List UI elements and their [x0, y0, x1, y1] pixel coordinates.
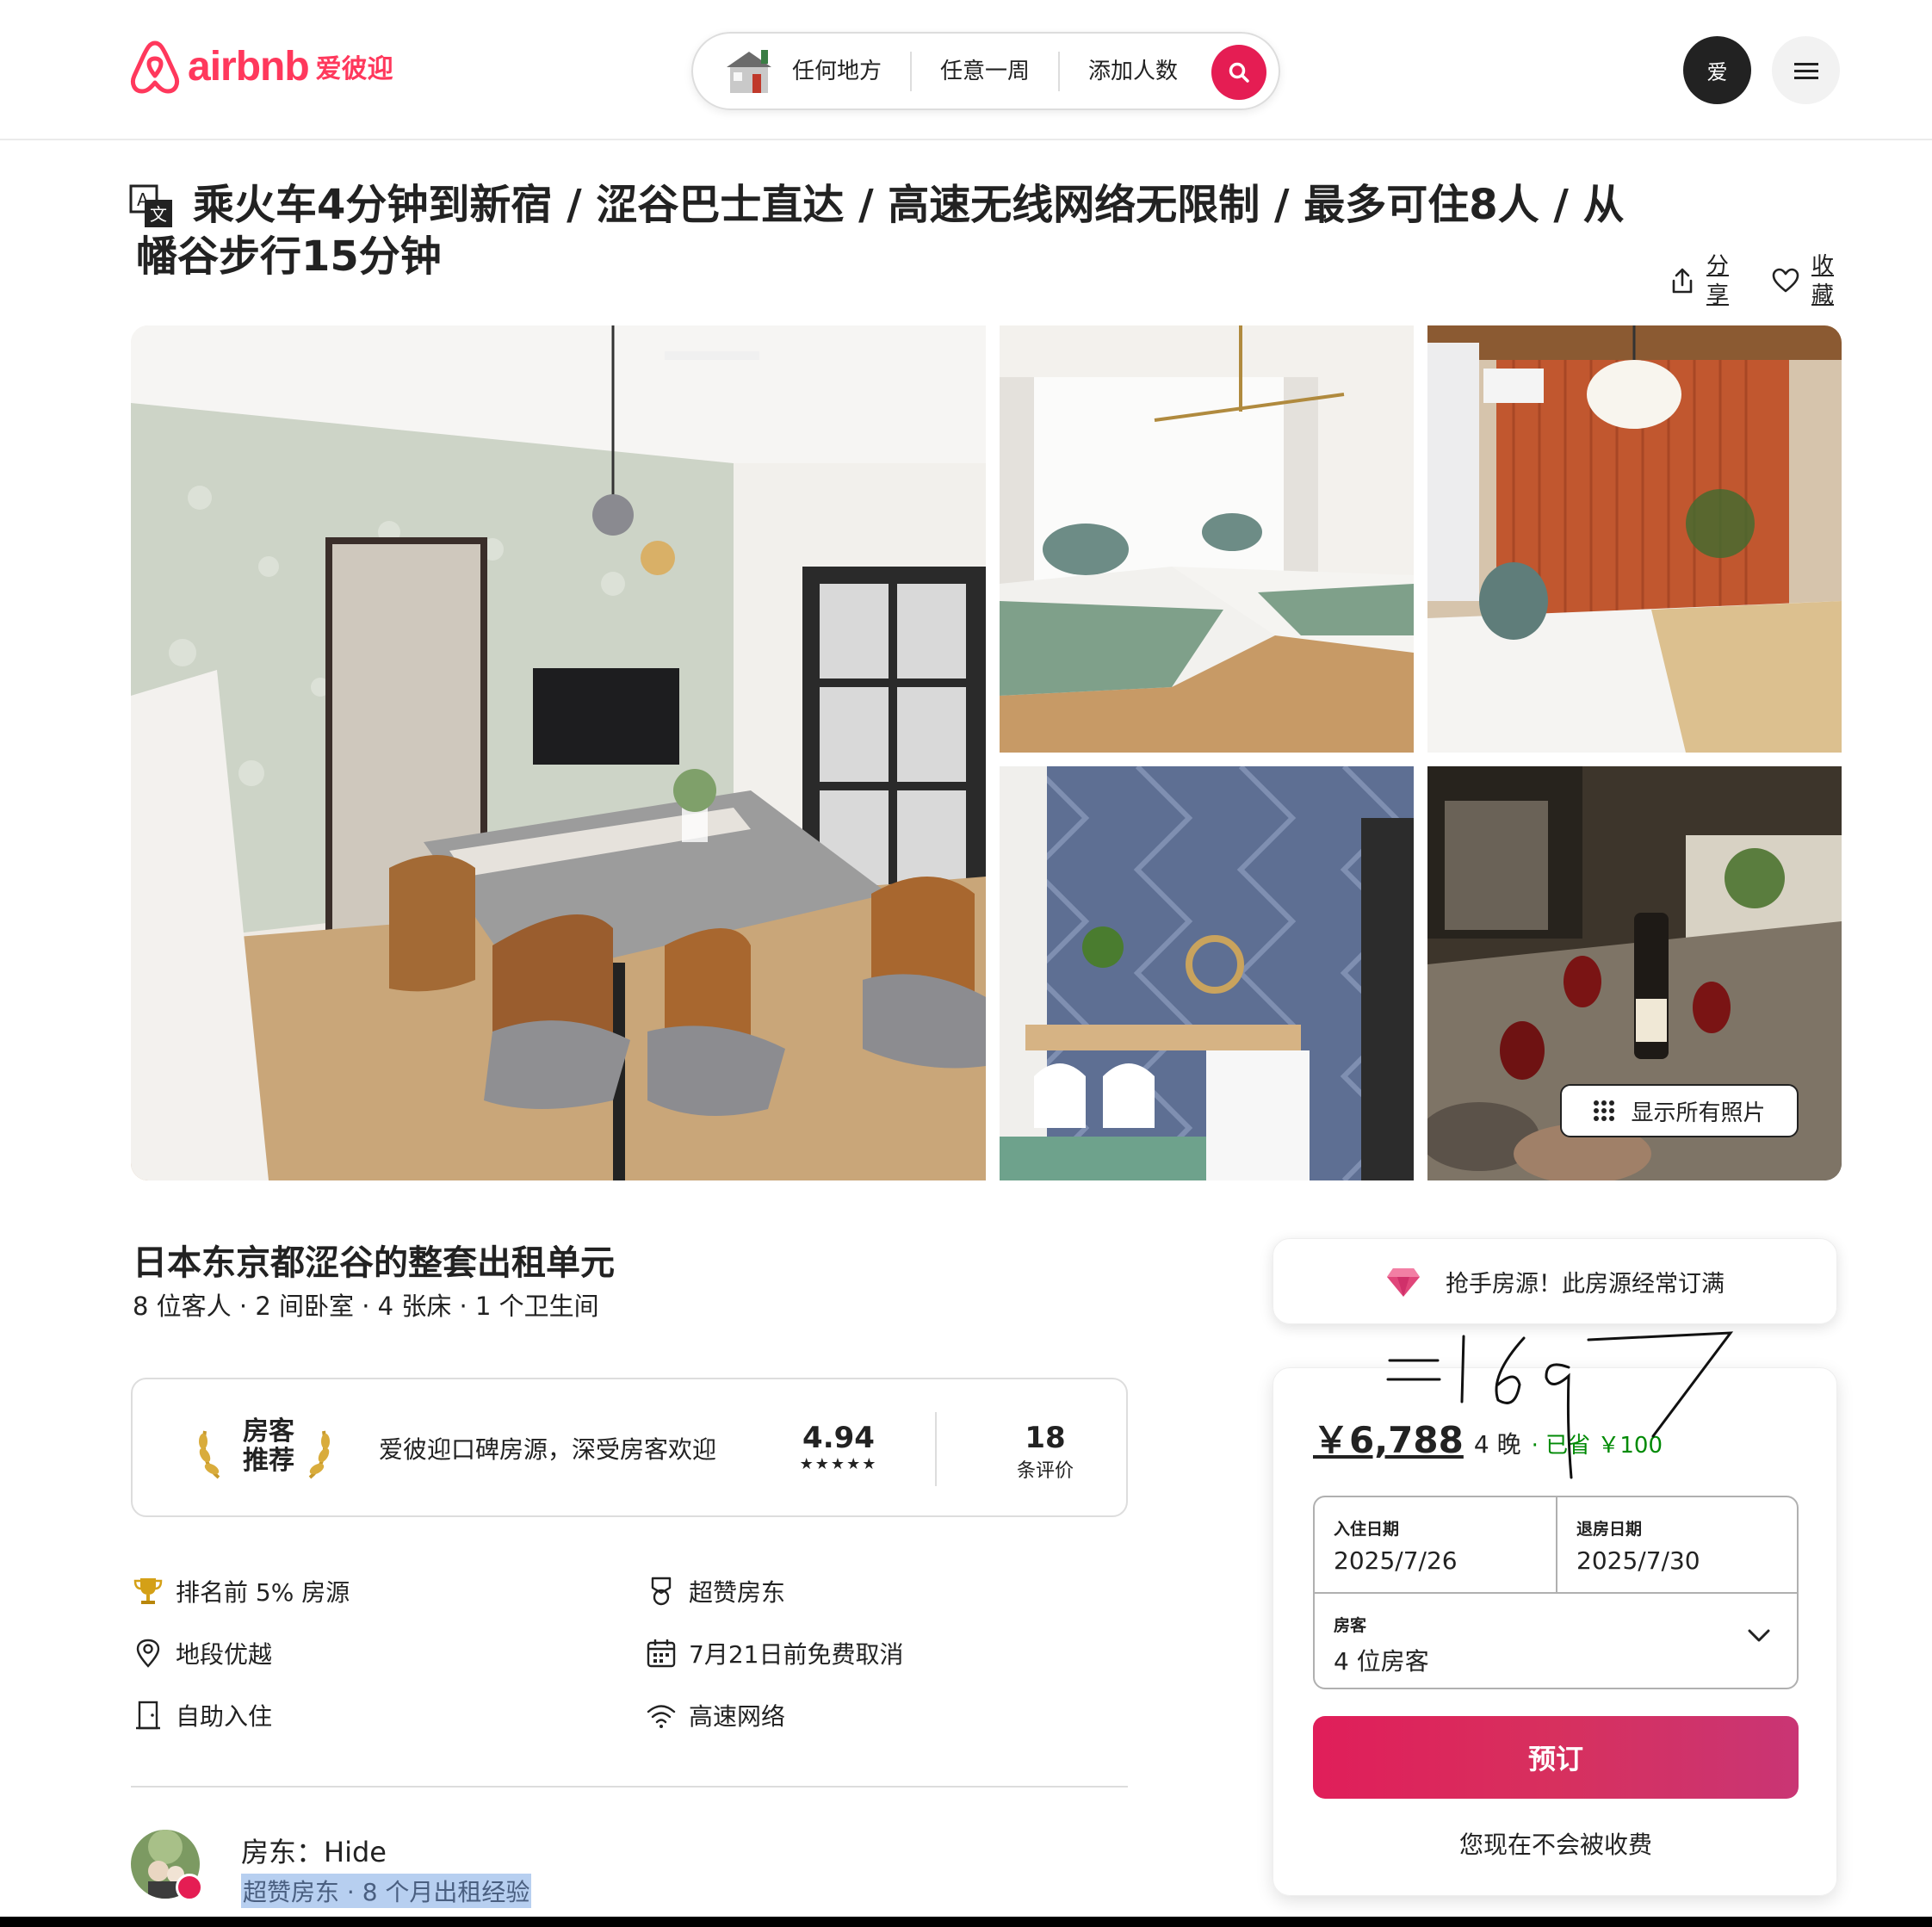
reviews-number: 18 [1025, 1421, 1066, 1455]
rating-score: 4.94 ★★★★★ [787, 1421, 890, 1473]
top-navigation-bar: airbnb 爱彼迎 任何地方 任意一周 添加人数 爱 [0, 0, 1932, 140]
feature-label: 超赞房东 [689, 1578, 786, 1607]
laurel-left-icon [199, 1430, 220, 1479]
badge-line-2: 推荐 [243, 1446, 294, 1476]
rating-stars: ★★★★★ [799, 1455, 878, 1473]
rating-value: 4.94 [802, 1421, 875, 1455]
search-location[interactable]: 任何地方 [792, 51, 913, 91]
show-all-photos-button[interactable]: 显示所有照片 [1560, 1084, 1799, 1137]
feature-free-cancellation: 7月21日前免费取消 [646, 1636, 903, 1670]
save-label: 收藏 [1811, 253, 1835, 308]
house-icon [727, 49, 771, 93]
search-guests[interactable]: 添加人数 [1060, 52, 1206, 91]
show-all-photos-label: 显示所有照片 [1631, 1100, 1766, 1126]
feature-superhost: 超赞房东 [646, 1574, 785, 1608]
feature-top-listing: 排名前 5% 房源 [133, 1574, 350, 1608]
section-divider [131, 1786, 1128, 1788]
feature-self-checkin: 自助入住 [133, 1698, 272, 1732]
airbnb-logo[interactable]: airbnb 爱彼迎 [129, 38, 393, 95]
avatar-letter: 爱 [1706, 60, 1728, 84]
listing-subtitle: 日本东京都涩谷的整套出租单元 [133, 1243, 615, 1283]
rare-find-banner: 抢手房源！此房源经常订满 [1273, 1238, 1837, 1324]
host-name: 房东：Hide [241, 1836, 387, 1868]
date-guest-picker: 入住日期 2025/7/26 退房日期 2025/7/30 房客 4 位房客 [1313, 1496, 1799, 1689]
search-dates[interactable]: 任意一周 [912, 51, 1061, 91]
share-icon [1672, 268, 1693, 294]
share-label: 分享 [1706, 253, 1730, 308]
location-pin-icon [136, 1639, 160, 1668]
menu-button[interactable] [1772, 36, 1840, 104]
search-icon [1229, 62, 1249, 83]
feature-label: 自助入住 [176, 1702, 273, 1731]
photo-dining-room[interactable] [131, 325, 986, 1180]
feature-location: 地段优越 [133, 1636, 272, 1670]
badge-line-1: 房客 [243, 1416, 294, 1447]
listing-title: 乘火车4分钟到新宿 / 涩谷巴士直达 / 高速无线网络无限制 / 最多可住8人 … [136, 181, 1625, 281]
feature-label: 7月21日前免费取消 [689, 1640, 904, 1669]
no-charge-note: 您现在不会被收费 [1458, 1831, 1652, 1859]
logo-chinese: 爱彼迎 [315, 54, 393, 84]
user-avatar-button[interactable]: 爱 [1683, 36, 1751, 104]
feature-label: 高速网络 [689, 1702, 786, 1731]
heart-icon [1772, 268, 1799, 293]
feature-label: 地段优越 [176, 1640, 273, 1669]
listing-specs: 8 位客人 · 2 间卧室 · 4 张床 · 1 个卫生间 [133, 1292, 599, 1321]
diamond-icon [1387, 1268, 1420, 1297]
checkin-field[interactable]: 入住日期 2025/7/26 [1315, 1497, 1557, 1592]
feature-wifi: 高速网络 [646, 1698, 785, 1732]
reviews-label: 条评价 [1016, 1460, 1074, 1482]
checkin-label: 入住日期 [1334, 1520, 1400, 1539]
checkout-field[interactable]: 退房日期 2025/7/30 [1557, 1497, 1800, 1592]
guests-field[interactable]: 房客 4 位房客 [1315, 1592, 1797, 1689]
reserve-button[interactable]: 预订 [1313, 1716, 1799, 1799]
save-button[interactable]: 收藏 [1772, 251, 1837, 310]
bottom-edge [0, 1917, 1932, 1927]
checkin-value: 2025/7/26 [1334, 1546, 1458, 1575]
superhost-medal-icon [651, 1577, 672, 1606]
hamburger-menu-icon [1793, 62, 1818, 79]
rare-find-text: 抢手房源！此房源经常订满 [1446, 1270, 1725, 1298]
checkout-value: 2025/7/30 [1576, 1546, 1700, 1575]
door-icon [136, 1701, 160, 1730]
photo-bedroom-double[interactable] [1427, 325, 1842, 753]
airbnb-belo-icon [130, 40, 180, 94]
logo-wordmark: airbnb [188, 43, 310, 90]
share-button[interactable]: 分享 [1670, 251, 1732, 310]
guest-favorite-card[interactable]: 房客 推荐 爱彼迎口碑房源，深受房客欢迎 4.94 ★★★★★ 18 条评价 [131, 1378, 1128, 1517]
search-button[interactable] [1211, 45, 1266, 100]
chevron-down-icon [1748, 1629, 1770, 1642]
feature-label: 排名前 5% 房源 [176, 1578, 350, 1607]
trophy-icon [133, 1578, 163, 1604]
checkout-label: 退房日期 [1576, 1520, 1643, 1539]
photo-desk-area[interactable] [1000, 766, 1414, 1180]
search-bar[interactable]: 任何地方 任意一周 添加人数 [691, 32, 1280, 110]
guests-label: 房客 [1334, 1616, 1367, 1635]
guest-favorite-badge: 房客 推荐 [236, 1417, 301, 1476]
handwritten-annotation [1386, 1331, 1734, 1479]
wifi-icon [647, 1705, 676, 1728]
grid-dots-icon [1594, 1100, 1615, 1121]
host-experience: 超赞房东 · 8 个月出租经验 [241, 1874, 532, 1908]
reviews-count[interactable]: 18 条评价 [994, 1421, 1097, 1483]
calendar-icon [647, 1639, 676, 1668]
guest-favorite-description: 爱彼迎口碑房源，深受房客欢迎 [379, 1435, 717, 1464]
superhost-badge-icon [176, 1874, 203, 1901]
photo-bedroom-twin[interactable] [1000, 325, 1414, 753]
guests-value: 4 位房客 [1334, 1647, 1429, 1676]
card-divider [935, 1412, 937, 1486]
laurel-right-icon [308, 1430, 330, 1479]
